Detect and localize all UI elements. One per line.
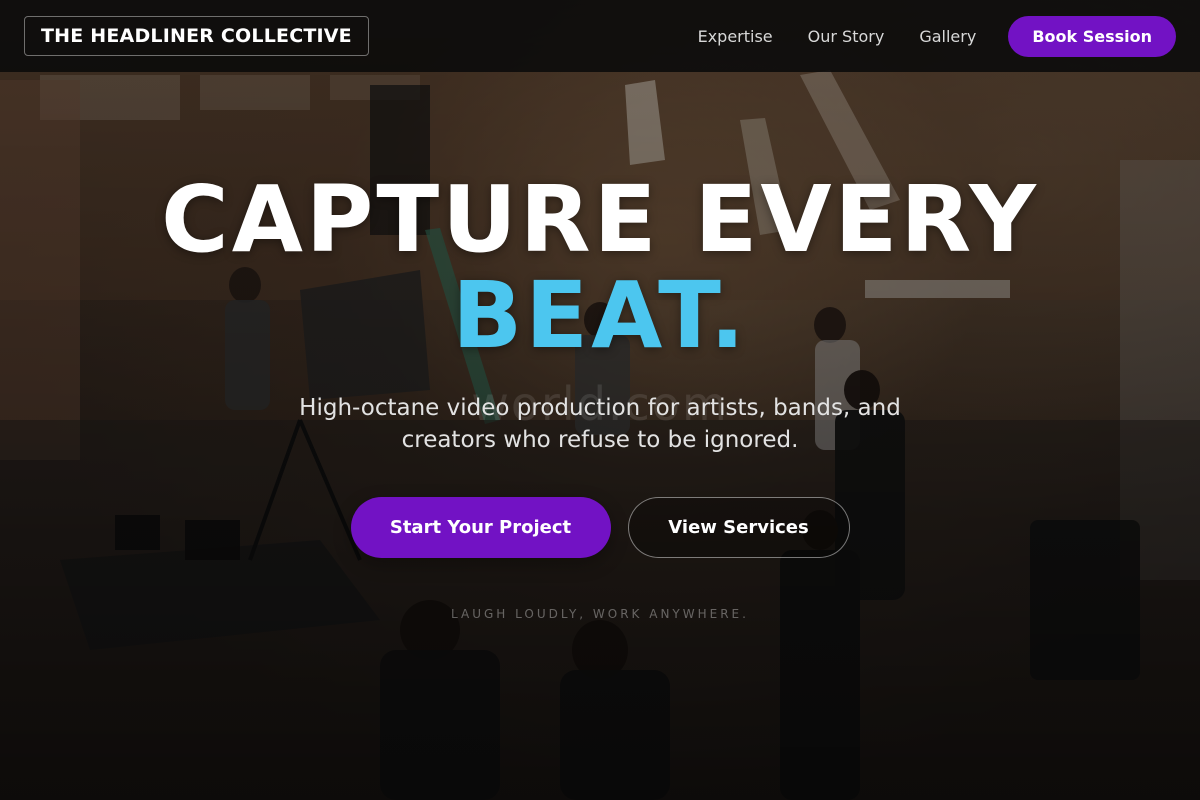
start-project-button[interactable]: Start Your Project [350, 497, 611, 558]
hero-section: CAPTURE EVERY BEAT. world.com High-octan… [0, 72, 1200, 800]
site-header: THE HEADLINER COLLECTIVE Expertise Our S… [0, 0, 1200, 72]
headline-line-1: CAPTURE EVERY [161, 166, 1039, 273]
hero-cta-group: Start Your Project View Services [0, 497, 1200, 558]
nav-link-our-story[interactable]: Our Story [808, 27, 885, 46]
hero-headline: CAPTURE EVERY BEAT. [0, 172, 1200, 364]
main-nav: Expertise Our Story Gallery Book Session [698, 15, 1176, 57]
view-services-button[interactable]: View Services [627, 497, 850, 558]
headline-accent-line: BEAT. [452, 262, 748, 369]
nav-link-expertise[interactable]: Expertise [698, 27, 773, 46]
nav-link-gallery[interactable]: Gallery [919, 27, 976, 46]
book-session-button[interactable]: Book Session [1008, 15, 1176, 57]
hero-tagline: LAUGH LOUDLY, WORK ANYWHERE. [451, 607, 749, 621]
brand-logo[interactable]: THE HEADLINER COLLECTIVE [24, 16, 369, 56]
landing-page: THE HEADLINER COLLECTIVE Expertise Our S… [0, 0, 1200, 800]
hero-subtitle: High-octane video production for artists… [299, 395, 901, 453]
